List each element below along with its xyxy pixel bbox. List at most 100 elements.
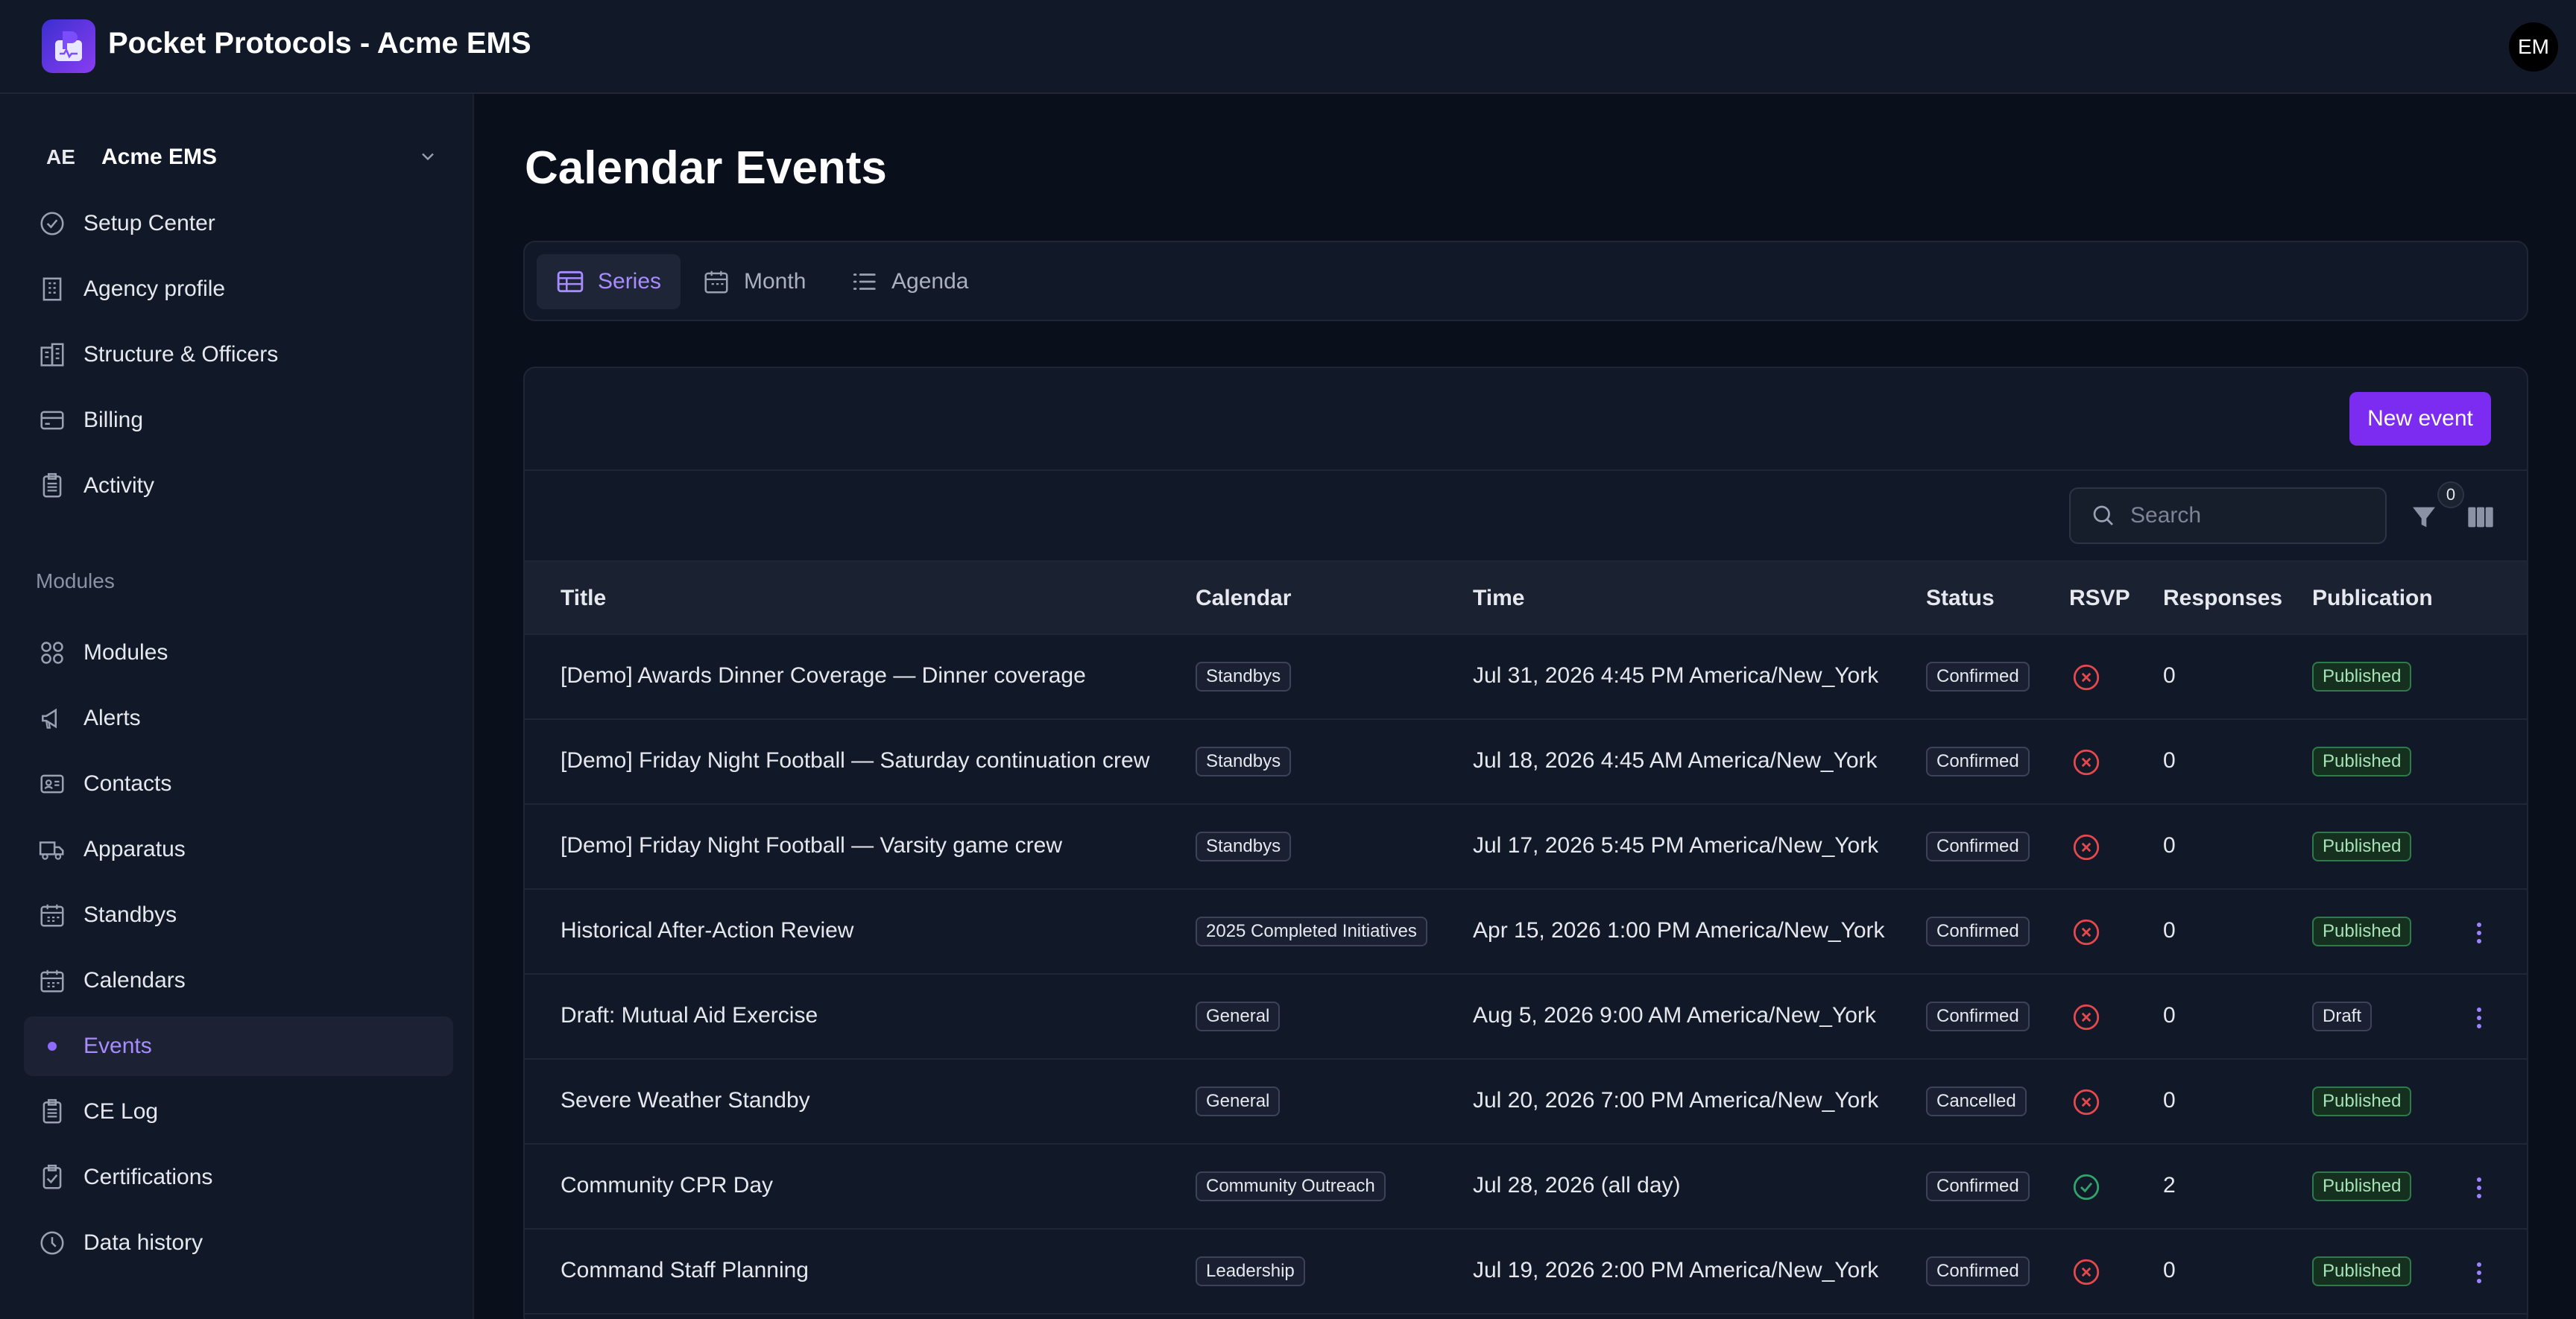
column-header-calendar[interactable]: Calendar [1196, 586, 1291, 611]
more-vertical-icon[interactable] [2470, 1173, 2488, 1203]
calendar-badge: Standbys [1196, 662, 1292, 692]
sidebar-item-label: Contacts [83, 771, 172, 796]
sidebar-item-certifications[interactable]: Certifications [24, 1148, 453, 1207]
sidebar-item-events[interactable]: Events [24, 1016, 453, 1076]
columns-icon[interactable] [2466, 502, 2496, 532]
event-time: Apr 15, 2026 1:00 PM America/New_York [1473, 918, 1885, 943]
sidebar-item-label: Activity [83, 473, 155, 498]
sidebar-item-ce-log[interactable]: CE Log [24, 1082, 453, 1142]
table-row[interactable]: Command Staff Planning Leadership Jul 19, … [525, 1230, 2527, 1315]
event-time: Jul 19, 2026 2:00 PM America/New_York [1473, 1258, 1879, 1282]
event-title[interactable]: Severe Weather Standby [561, 1088, 810, 1113]
search-input[interactable] [2130, 503, 2369, 528]
tab-month[interactable]: Month [683, 254, 825, 309]
calendar-icon [37, 900, 67, 930]
sidebar-item-label: Events [83, 1034, 152, 1058]
event-title[interactable]: Draft: Mutual Aid Exercise [561, 1003, 818, 1028]
more-vertical-icon[interactable] [2470, 918, 2488, 948]
top-bar: Pocket Protocols - Acme EMS EM [0, 0, 2576, 94]
publication-badge: Published [2312, 747, 2412, 776]
table-row[interactable]: Community CPR Day Community Outreach Jul 2… [525, 1145, 2527, 1230]
sidebar-item-agency-profile[interactable]: Agency profile [24, 259, 453, 319]
id-card-icon [37, 769, 67, 799]
org-abbrev: AE [46, 145, 75, 168]
sidebar-item-apparatus[interactable]: Apparatus [24, 820, 453, 879]
search-box[interactable] [2069, 487, 2387, 544]
sidebar-item-data-history[interactable]: Data history [24, 1213, 453, 1273]
sidebar-item-label: CE Log [83, 1099, 159, 1124]
x-circle-icon [2071, 917, 2102, 948]
responses-count: 0 [2163, 748, 2176, 773]
sidebar-item-setup-center[interactable]: Setup Center [24, 194, 453, 253]
sidebar-item-label: Agency profile [83, 276, 226, 301]
tab-label: Series [598, 269, 662, 294]
app-logo[interactable] [42, 19, 95, 73]
x-circle-icon [2071, 747, 2102, 778]
megaphone-icon [37, 703, 67, 733]
table-row[interactable]: Draft: Mutual Aid Exercise General Aug 5, … [525, 975, 2527, 1060]
column-header-rsvp[interactable]: RSVP [2069, 586, 2130, 611]
x-circle-icon [2071, 1086, 2102, 1118]
event-title[interactable]: [Demo] Friday Night Football — Saturday … [561, 748, 1149, 774]
tab-series[interactable]: Series [537, 254, 681, 309]
sidebar-item-alerts[interactable]: Alerts [24, 689, 453, 748]
table-row[interactable]: [Demo] Awards Dinner Coverage — Dinner c… [525, 635, 2527, 720]
divider [525, 469, 2527, 471]
x-circle-icon [2071, 1002, 2102, 1033]
table-row[interactable]: [Demo] Friday Night Football — Saturday … [525, 720, 2527, 805]
more-vertical-icon[interactable] [2470, 1003, 2488, 1033]
grid-icon [37, 638, 67, 668]
sidebar-item-standbys[interactable]: Standbys [24, 885, 453, 945]
sidebar-item-billing[interactable]: Billing [24, 390, 453, 450]
x-circle-icon [2071, 662, 2102, 693]
calendar-badge: Standbys [1196, 747, 1292, 776]
tab-agenda[interactable]: Agenda [830, 254, 988, 309]
column-header-responses[interactable]: Responses [2163, 586, 2282, 611]
clock-icon [37, 1228, 67, 1258]
more-vertical-icon[interactable] [2470, 1258, 2488, 1288]
sidebar-item-contacts[interactable]: Contacts [24, 754, 453, 814]
sidebar-item-label: Modules [83, 640, 168, 665]
sidebar-item-label: Alerts [83, 706, 141, 730]
event-title[interactable]: [Demo] Friday Night Football — Varsity g… [561, 833, 1062, 858]
new-event-button[interactable]: New event [2349, 392, 2491, 446]
sidebar-item-structure-officers[interactable]: Structure & Officers [24, 325, 453, 385]
publication-badge: Published [2312, 1256, 2412, 1286]
org-switcher[interactable]: AE Acme EMS [36, 133, 438, 182]
responses-count: 0 [2163, 1258, 2176, 1282]
column-header-title[interactable]: Title [561, 586, 606, 611]
filter-icon[interactable] [2409, 502, 2439, 532]
calendar-badge: General [1196, 1002, 1281, 1031]
check-circle-icon [37, 209, 67, 238]
sidebar: AE Acme EMS Setup Center Agency profile … [0, 94, 474, 1319]
status-badge: Confirmed [1926, 1171, 2030, 1201]
table-row[interactable]: Severe Weather Standby General Jul 20, 202… [525, 1060, 2527, 1145]
publication-badge: Published [2312, 1086, 2412, 1116]
sidebar-item-label: Structure & Officers [83, 342, 279, 367]
column-header-publication[interactable]: Publication [2312, 586, 2433, 611]
sidebar-item-label: Setup Center [83, 211, 215, 235]
event-title[interactable]: Historical After-Action Review [561, 918, 853, 943]
credit-card-icon [37, 405, 67, 435]
event-title[interactable]: Command Staff Planning [561, 1258, 809, 1283]
view-tabs: Series Month Agenda [523, 241, 2528, 321]
page-title: Calendar Events [525, 142, 887, 194]
building-icon [37, 274, 67, 304]
sidebar-item-label: Standbys [83, 902, 177, 927]
table-row[interactable]: [Demo] Friday Night Football — Varsity g… [525, 805, 2527, 890]
table-row[interactable]: Historical After-Action Review 2025 Compl… [525, 890, 2527, 975]
column-header-status[interactable]: Status [1926, 586, 1995, 611]
calendar-badge: Leadership [1196, 1256, 1305, 1286]
column-header-time[interactable]: Time [1473, 586, 1524, 611]
user-avatar[interactable]: EM [2509, 22, 2558, 72]
clipboard-icon [37, 1097, 67, 1127]
responses-count: 0 [2163, 1088, 2176, 1113]
dot-icon [37, 1031, 67, 1061]
event-title[interactable]: [Demo] Awards Dinner Coverage — Dinner c… [561, 663, 1086, 689]
sidebar-item-calendars[interactable]: Calendars [24, 951, 453, 1010]
sidebar-item-label: Data history [83, 1230, 203, 1255]
event-title[interactable]: Community CPR Day [561, 1173, 773, 1198]
x-circle-icon [2071, 1256, 2102, 1288]
sidebar-item-modules[interactable]: Modules [24, 623, 453, 683]
sidebar-item-activity[interactable]: Activity [24, 456, 453, 516]
